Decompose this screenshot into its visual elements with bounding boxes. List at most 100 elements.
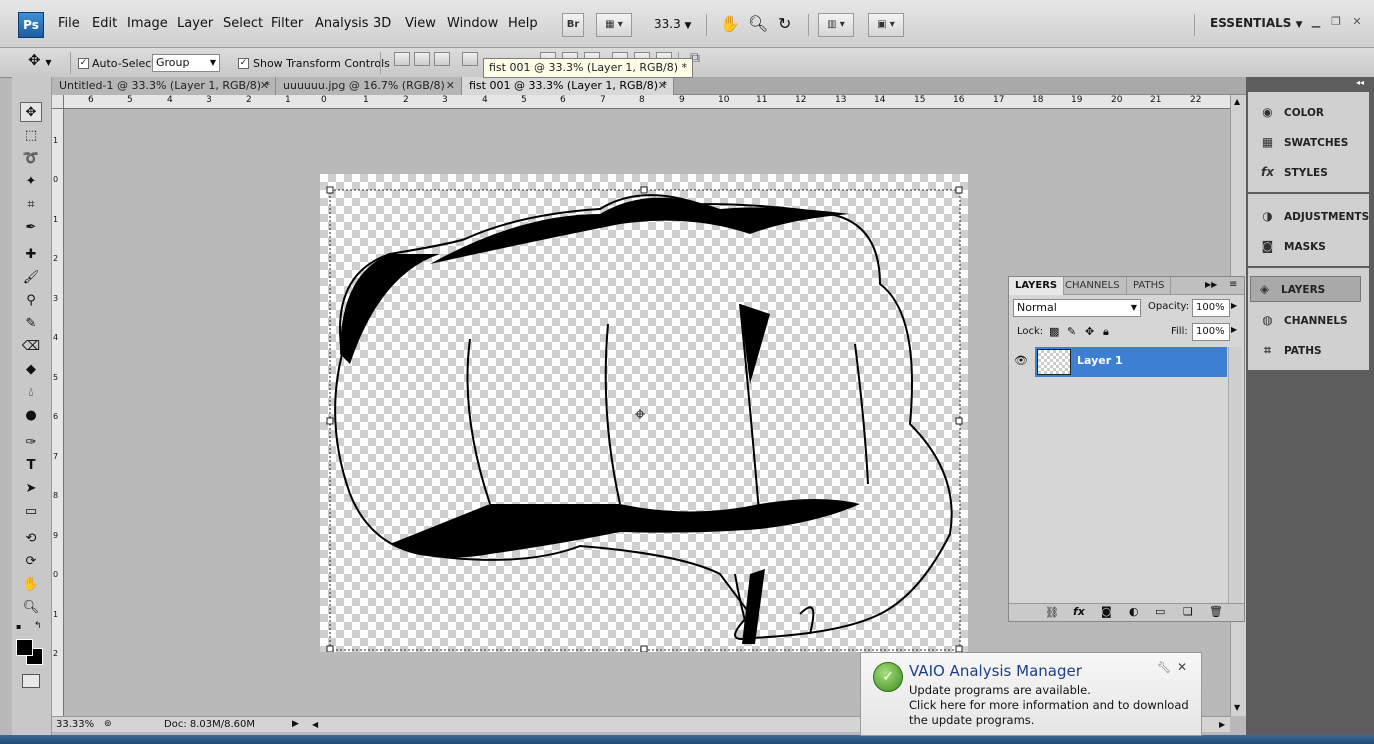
dock-color[interactable]: ◉ COLOR bbox=[1254, 100, 1365, 126]
dock-swatches[interactable]: ▦ SWATCHES bbox=[1254, 130, 1365, 156]
dock-paths[interactable]: ⌗ PATHS bbox=[1254, 338, 1365, 364]
menu-window[interactable]: Window bbox=[447, 16, 498, 31]
rotate-view-icon[interactable]: ↻ bbox=[778, 14, 791, 33]
vaio-notification[interactable]: ✓ VAIO Analysis Manager 🔧︎ ✕ Update prog… bbox=[860, 652, 1202, 736]
close-icon[interactable]: ✕ bbox=[1349, 15, 1365, 29]
lock-transparent-icon[interactable]: ▩ bbox=[1049, 325, 1059, 338]
swap-colors-icon[interactable]: ↰ bbox=[34, 621, 42, 631]
settings-icon[interactable]: 🔧︎ bbox=[1157, 661, 1171, 674]
dock-layers[interactable]: ◈ LAYERS bbox=[1250, 276, 1361, 302]
close-icon[interactable]: ✕ bbox=[260, 77, 269, 95]
tab-uuuuuu[interactable]: uuuuuu.jpg @ 16.7% (RGB/8) ✕ bbox=[276, 77, 462, 95]
opacity-slider-icon[interactable]: ▶ bbox=[1231, 301, 1237, 310]
menu-layer[interactable]: Layer bbox=[177, 16, 213, 31]
path-selection-tool-icon[interactable]: ➤ bbox=[20, 479, 42, 499]
zoom-tool-icon[interactable]: 🔍︎ bbox=[20, 598, 42, 618]
panel-tab-paths[interactable]: PATHS bbox=[1127, 277, 1172, 295]
close-icon[interactable]: ✕ bbox=[1177, 660, 1187, 674]
marquee-tool-icon[interactable]: ⬚ bbox=[20, 126, 42, 146]
collapse-dock-icon[interactable]: ◂◂ bbox=[1356, 78, 1364, 87]
history-brush-tool-icon[interactable]: ✎ bbox=[20, 314, 42, 334]
close-icon[interactable]: ✕ bbox=[658, 77, 667, 95]
hand-tool-icon[interactable]: ✋ bbox=[20, 575, 42, 595]
lasso-tool-icon[interactable]: ➰ bbox=[20, 149, 42, 169]
windows-taskbar[interactable] bbox=[0, 735, 1374, 744]
paint-bucket-tool-icon[interactable]: ◆ bbox=[20, 360, 42, 380]
panel-tab-channels[interactable]: CHANNELS bbox=[1059, 277, 1127, 295]
auto-select-checkbox[interactable]: ✓ bbox=[78, 58, 89, 69]
restore-icon[interactable]: ❐ bbox=[1328, 15, 1344, 29]
dock-adjustments[interactable]: ◑ ADJUSTMENTS bbox=[1254, 204, 1369, 230]
layer-style-icon[interactable]: fx bbox=[1073, 605, 1085, 618]
new-layer-icon[interactable]: ❏ bbox=[1183, 605, 1193, 618]
close-icon[interactable]: ✕ bbox=[446, 77, 455, 95]
menu-image[interactable]: Image bbox=[127, 16, 168, 31]
status-arrow-icon[interactable]: ▶ bbox=[292, 717, 299, 732]
clone-stamp-tool-icon[interactable]: ⚲ bbox=[20, 291, 42, 311]
align-top-icon[interactable] bbox=[394, 52, 410, 66]
scroll-down-icon[interactable]: ▼ bbox=[1234, 703, 1240, 712]
dodge-tool-icon[interactable]: ● bbox=[20, 406, 42, 426]
layer-visibility-eye-icon[interactable]: 👁︎ bbox=[1013, 353, 1029, 369]
document-canvas[interactable] bbox=[320, 174, 968, 653]
menu-select[interactable]: Select bbox=[223, 16, 263, 31]
scroll-up-icon[interactable]: ▲ bbox=[1234, 97, 1240, 106]
layer-row-layer-1[interactable]: Layer 1 bbox=[1035, 347, 1227, 377]
menu-filter[interactable]: Filter bbox=[271, 16, 303, 31]
align-vcenter-icon[interactable] bbox=[414, 52, 430, 66]
collapse-panel-icon[interactable]: ▶▶ bbox=[1205, 280, 1217, 289]
layers-scrollbar[interactable] bbox=[1228, 347, 1242, 603]
notification-line-2[interactable]: Click here for more information and to d… bbox=[909, 698, 1199, 728]
menu-analysis[interactable]: Analysis bbox=[315, 16, 369, 31]
delete-layer-icon[interactable]: 🗑︎ bbox=[1209, 605, 1223, 618]
auto-select-dropdown[interactable]: Group ▼ bbox=[152, 54, 220, 72]
blur-tool-icon[interactable]: 💧︎ bbox=[20, 383, 42, 403]
show-transform-checkbox[interactable]: ✓ bbox=[238, 58, 249, 69]
dock-styles[interactable]: fx STYLES bbox=[1254, 160, 1365, 186]
scroll-right-icon[interactable]: ▶ bbox=[1219, 717, 1225, 732]
eyedropper-tool-icon[interactable]: ✒ bbox=[20, 218, 42, 238]
crop-tool-icon[interactable]: ⌗ bbox=[20, 195, 42, 215]
minimize-icon[interactable]: ▁ bbox=[1308, 15, 1324, 29]
default-colors-icon[interactable]: ▪ bbox=[16, 622, 21, 631]
blend-mode-dropdown[interactable]: Normal ▼ bbox=[1013, 299, 1141, 317]
quick-mask-icon[interactable] bbox=[22, 674, 40, 688]
dock-masks[interactable]: ◙ MASKS bbox=[1254, 234, 1365, 260]
vertical-ruler[interactable]: 1 0 1 2 3 4 5 6 7 8 9 0 1 2 bbox=[52, 109, 64, 716]
menu-edit[interactable]: Edit bbox=[92, 16, 117, 31]
fill-slider-icon[interactable]: ▶ bbox=[1231, 325, 1237, 334]
opacity-field[interactable]: 100% bbox=[1192, 299, 1230, 317]
hand-tool-icon[interactable]: ✋ bbox=[720, 14, 740, 33]
shape-tool-icon[interactable]: ▭ bbox=[20, 502, 42, 522]
horizontal-ruler[interactable]: 6 5 4 3 2 1 0 1 2 3 4 5 6 7 8 9 10 11 12… bbox=[64, 95, 1230, 109]
foreground-color-swatch[interactable] bbox=[16, 639, 33, 656]
zoom-tool-icon[interactable]: 🔍︎ bbox=[748, 14, 768, 33]
lock-image-icon[interactable]: ✎ bbox=[1067, 325, 1076, 338]
arrange-documents-button[interactable]: ▥ ▾ bbox=[818, 13, 854, 37]
menu-file[interactable]: File bbox=[58, 16, 80, 31]
lock-all-icon[interactable]: 🔒︎ bbox=[1103, 325, 1109, 339]
3d-orbit-tool-icon[interactable]: ⟳ bbox=[20, 552, 42, 572]
add-mask-icon[interactable]: ◙ bbox=[1101, 605, 1112, 618]
fill-field[interactable]: 100% bbox=[1192, 323, 1230, 341]
move-tool-icon[interactable]: ✥ bbox=[20, 102, 42, 122]
dock-channels[interactable]: ◍ CHANNELS bbox=[1254, 308, 1365, 334]
screen-mode-button[interactable]: ▣ ▾ bbox=[868, 13, 904, 37]
zoom-level-dropdown[interactable]: 33.3 ▼ bbox=[654, 17, 691, 31]
menu-help[interactable]: Help bbox=[508, 16, 538, 31]
type-tool-icon[interactable]: T bbox=[20, 456, 42, 476]
brush-tool-icon[interactable]: 🖌︎ bbox=[20, 268, 42, 288]
ruler-origin[interactable] bbox=[52, 95, 64, 109]
healing-brush-tool-icon[interactable]: ✚ bbox=[20, 245, 42, 265]
3d-rotate-tool-icon[interactable]: ⟲ bbox=[20, 529, 42, 549]
bridge-button[interactable]: Br bbox=[562, 13, 584, 37]
menu-3d[interactable]: 3D bbox=[373, 16, 391, 31]
panel-menu-icon[interactable]: ≡ bbox=[1229, 279, 1237, 290]
tab-untitled-1[interactable]: Untitled-1 @ 33.3% (Layer 1, RGB/8) * ✕ bbox=[52, 77, 276, 95]
move-tool-preset-icon[interactable]: ✥ ▼ bbox=[28, 51, 52, 69]
pen-tool-icon[interactable]: ✑ bbox=[20, 433, 42, 453]
panel-tab-layers[interactable]: LAYERS bbox=[1009, 277, 1065, 295]
magic-wand-tool-icon[interactable]: ✦ bbox=[20, 172, 42, 192]
menu-view[interactable]: View bbox=[405, 16, 436, 31]
scroll-left-icon[interactable]: ◀ bbox=[312, 717, 318, 732]
